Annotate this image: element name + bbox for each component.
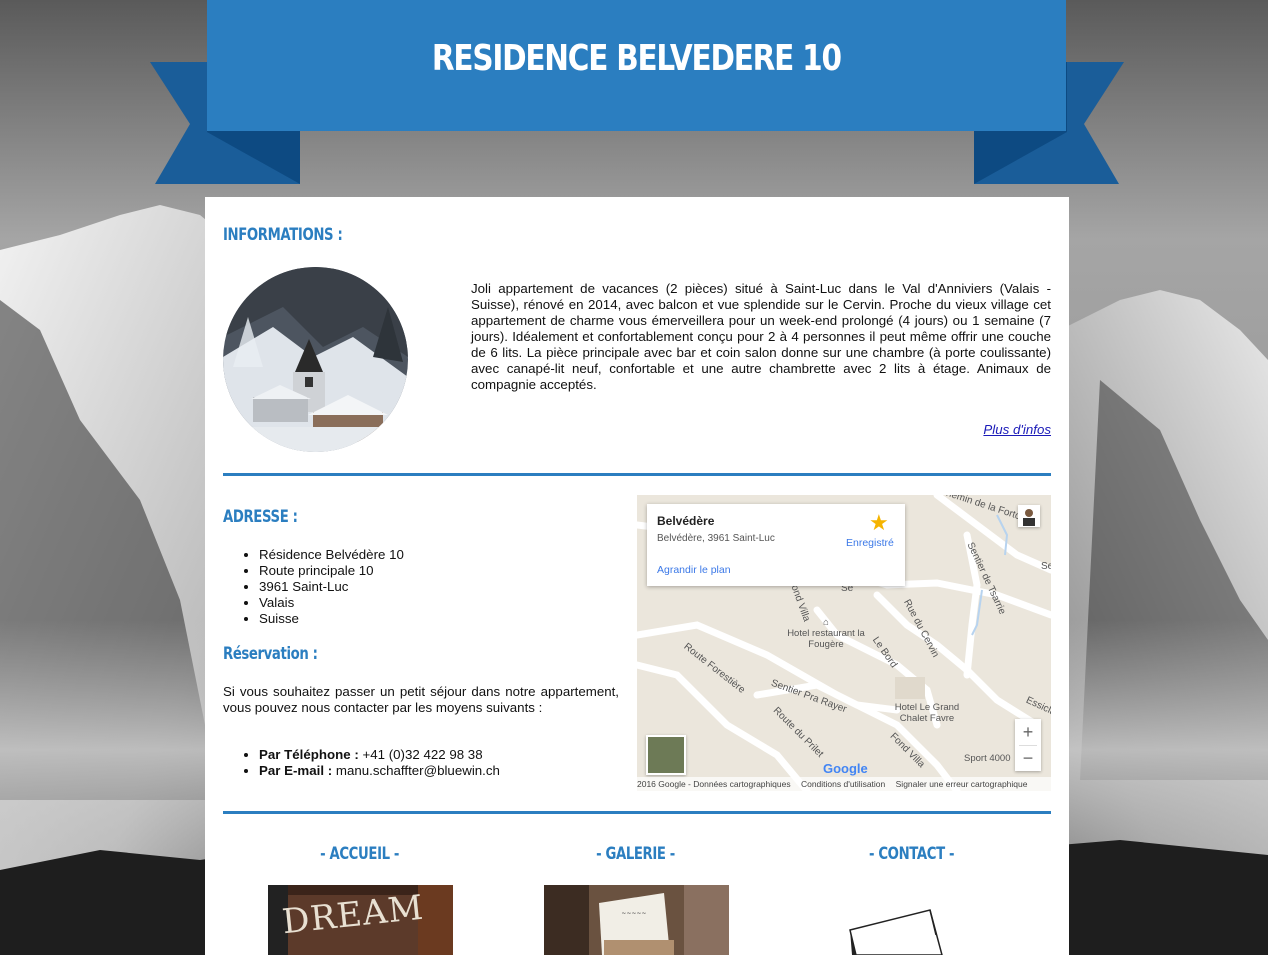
map-data-credit: 2016 Google - Données cartographiques [637, 779, 791, 789]
address-line: Suisse [259, 611, 404, 627]
village-church-image [223, 267, 408, 452]
address-line: 3961 Saint-Luc [259, 579, 404, 595]
section-divider [223, 473, 1051, 476]
more-info-link[interactable]: Plus d'infos [983, 422, 1051, 437]
google-logo-text: Google [823, 761, 868, 776]
adresse-heading: ADRESSE : [223, 507, 298, 527]
poi-hotel-fougere[interactable]: ⌂ Hotel restaurant la Fougère [787, 617, 865, 650]
satellite-toggle[interactable] [646, 735, 686, 775]
site-banner: RESIDENCE BELVEDERE 10 [207, 0, 1066, 131]
section-divider [223, 811, 1051, 814]
enlarge-map-link[interactable]: Agrandir le plan [657, 564, 731, 576]
place-address: Belvédère, 3961 Saint-Luc [657, 533, 775, 544]
address-line: Résidence Belvédère 10 [259, 547, 404, 563]
zoom-separator [1019, 745, 1037, 746]
informations-heading: INFORMATIONS : [223, 225, 343, 245]
informations-text: Joli appartement de vacances (2 pièces) … [471, 281, 1051, 392]
zoom-in-button[interactable]: + [1015, 719, 1041, 745]
nav-gallery[interactable]: - GALERIE - [536, 844, 736, 864]
place-info-card: Belvédère Belvédère, 3961 Saint-Luc Agra… [647, 504, 905, 586]
map-terms-link[interactable]: Conditions d'utilisation [801, 779, 885, 789]
poi-label: Hotel Le Grand Chalet Favre [894, 702, 960, 724]
email-address[interactable]: manu.schaffter@bluewin.ch [336, 763, 500, 778]
nav-home[interactable]: - ACCUEIL - [260, 844, 460, 864]
address-line: Valais [259, 595, 404, 611]
google-logo: Google [823, 761, 868, 776]
map-report-link[interactable]: Signaler une erreur cartographique [896, 779, 1028, 789]
phone-number[interactable]: +41 (0)32 422 98 38 [362, 747, 482, 762]
poi-hotel-grand-chalet[interactable]: Hotel Le Grand Chalet Favre [887, 702, 967, 724]
zoom-out-button[interactable]: − [1015, 745, 1041, 771]
email-label: Par E-mail : [259, 763, 333, 778]
nav-contact[interactable]: - CONTACT - [812, 844, 1012, 864]
address-list: Résidence Belvédère 10 Route principale … [223, 547, 404, 627]
place-name: Belvédère [657, 514, 715, 528]
nav-contact-label[interactable]: - CONTACT - [869, 844, 954, 864]
contact-image[interactable] [820, 885, 1005, 955]
phone-label: Par Téléphone : [259, 747, 359, 762]
nav-gallery-label[interactable]: - GALERIE - [597, 844, 676, 864]
map-footer: 2016 Google - Données cartographiques Co… [637, 777, 1051, 791]
street-label: Se [1041, 561, 1051, 572]
zoom-control: + − [1015, 719, 1041, 771]
phone-item: Par Téléphone : +41 (0)32 422 98 38 [259, 747, 500, 763]
gallery-image[interactable]: ~~~~~ [544, 885, 729, 955]
email-item: Par E-mail : manu.schaffter@bluewin.ch [259, 763, 500, 779]
bed-icon: ⌂ [823, 617, 829, 628]
home-image[interactable]: DREAM [268, 885, 453, 955]
account-avatar-icon[interactable] [1018, 505, 1040, 527]
content-panel: INFORMATIONS : Joli appartement de vacan… [205, 197, 1069, 955]
poi-label: Hotel restaurant la Fougère [787, 628, 865, 650]
star-icon[interactable]: ★ [869, 510, 889, 536]
envelope-icon [849, 909, 943, 955]
google-map[interactable]: Chemin de la Fortouna Sentier de Tsarrie… [637, 495, 1051, 791]
site-title: RESIDENCE BELVEDERE 10 [432, 38, 842, 79]
nav-home-label[interactable]: - ACCUEIL - [321, 844, 400, 864]
address-line: Route principale 10 [259, 563, 404, 579]
saved-label: Enregistré [846, 537, 894, 549]
svg-text:~~~~~: ~~~~~ [621, 910, 646, 917]
contact-list: Par Téléphone : +41 (0)32 422 98 38 Par … [223, 747, 500, 779]
reservation-heading: Réservation : [223, 644, 318, 664]
reservation-text: Si vous souhaitez passer un petit séjour… [223, 684, 619, 715]
poi-sport-4000: Sport 4000 [964, 753, 1011, 764]
